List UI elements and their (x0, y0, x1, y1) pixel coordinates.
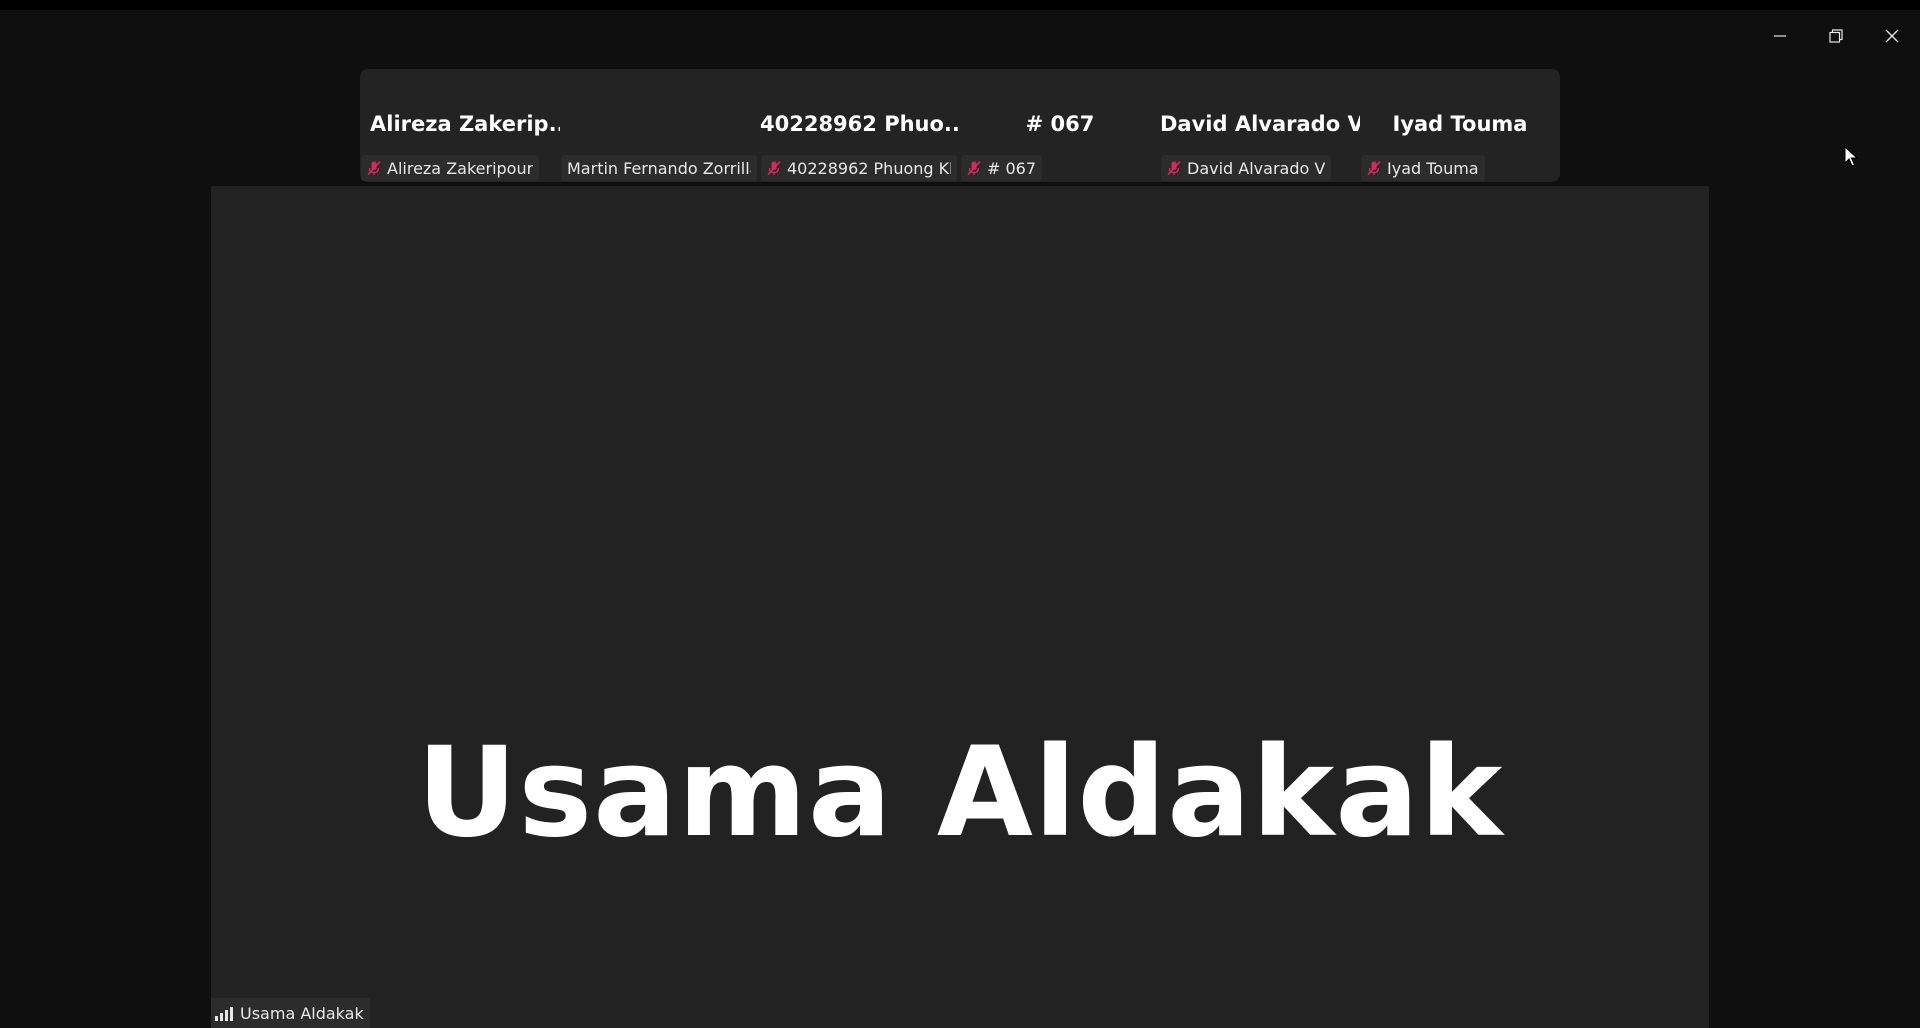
mic-muted-icon (365, 159, 383, 177)
participant-thumbnail[interactable]: # 067 # 067 (960, 69, 1160, 182)
participant-tag-label: Alireza Zakeripour (387, 158, 534, 178)
participant-tag-label: Martin Fernando Zorrilla ... (567, 158, 751, 178)
participant-tag-label: David Alvarado V (1187, 158, 1326, 178)
active-speaker-display-name: Usama Aldakak (416, 721, 1504, 865)
participant-thumbnail[interactable]: Martin Fernando Zorrilla ... (560, 69, 760, 182)
window-controls (1752, 18, 1920, 54)
active-speaker-tag-label: Usama Aldakak (240, 1003, 364, 1023)
close-button[interactable] (1864, 18, 1920, 54)
active-speaker-video[interactable]: Usama Aldakak Usama Aldakak (211, 186, 1709, 1028)
participant-thumbnail[interactable]: Alireza Zakerip... Alireza Zakeripour (360, 69, 560, 182)
participant-tag-label: 40228962 Phuong Kh... (787, 158, 951, 178)
participant-display-name: 40228962 Phuo... (760, 112, 960, 136)
participant-display-name: # 067 (1025, 112, 1095, 136)
mic-muted-icon (1365, 159, 1383, 177)
participant-tag-label: # 067 (987, 158, 1037, 178)
mic-muted-icon (1165, 159, 1183, 177)
participant-name-tag: David Alvarado V (1161, 155, 1332, 181)
participant-name-tag: Iyad Touma (1361, 155, 1485, 181)
participant-thumbnail[interactable]: David Alvarado V David Alvarado V (1160, 69, 1360, 182)
minimize-button[interactable] (1752, 18, 1808, 54)
participant-name-tag: Alireza Zakeripour (361, 155, 540, 181)
mic-muted-icon (765, 159, 783, 177)
mouse-cursor-icon (1844, 146, 1858, 167)
participant-thumbnail[interactable]: Iyad Touma Iyad Touma (1360, 69, 1560, 182)
restore-button[interactable] (1808, 18, 1864, 54)
participant-name-tag: # 067 (961, 155, 1043, 181)
participant-thumbnail[interactable]: 40228962 Phuo... 40228962 Phuong Kh... (760, 69, 960, 182)
participant-display-name: David Alvarado V (1160, 112, 1360, 136)
minimize-icon (1774, 35, 1786, 37)
participant-display-name: Alireza Zakerip... (370, 112, 560, 136)
participant-tag-label: Iyad Touma (1387, 158, 1479, 178)
participant-strip: Alireza Zakerip... Alireza Zakeripour Ma… (360, 69, 1560, 182)
active-speaker-name-tag: Usama Aldakak (211, 998, 370, 1028)
participant-name-tag: 40228962 Phuong Kh... (761, 155, 957, 181)
mic-muted-icon (965, 159, 983, 177)
restore-icon (1829, 29, 1843, 43)
top-strip (0, 0, 1920, 10)
participant-display-name: Iyad Touma (1392, 112, 1528, 136)
close-icon (1885, 29, 1899, 43)
connection-signal-icon (215, 1005, 235, 1021)
participant-name-tag: Martin Fernando Zorrilla ... (561, 155, 757, 181)
